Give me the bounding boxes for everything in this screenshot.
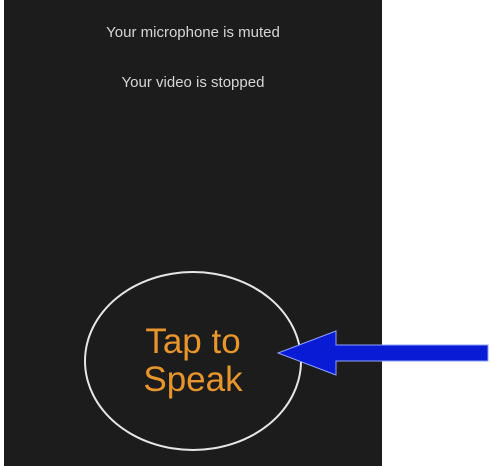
tap-to-speak-label: Tap to Speak bbox=[143, 322, 243, 399]
call-screen: Your microphone is muted Your video is s… bbox=[4, 0, 382, 466]
arrow-shape bbox=[276, 330, 489, 376]
blue-arrow-icon bbox=[276, 330, 489, 376]
microphone-muted-status: Your microphone is muted bbox=[106, 24, 280, 41]
video-stopped-status: Your video is stopped bbox=[121, 74, 265, 91]
